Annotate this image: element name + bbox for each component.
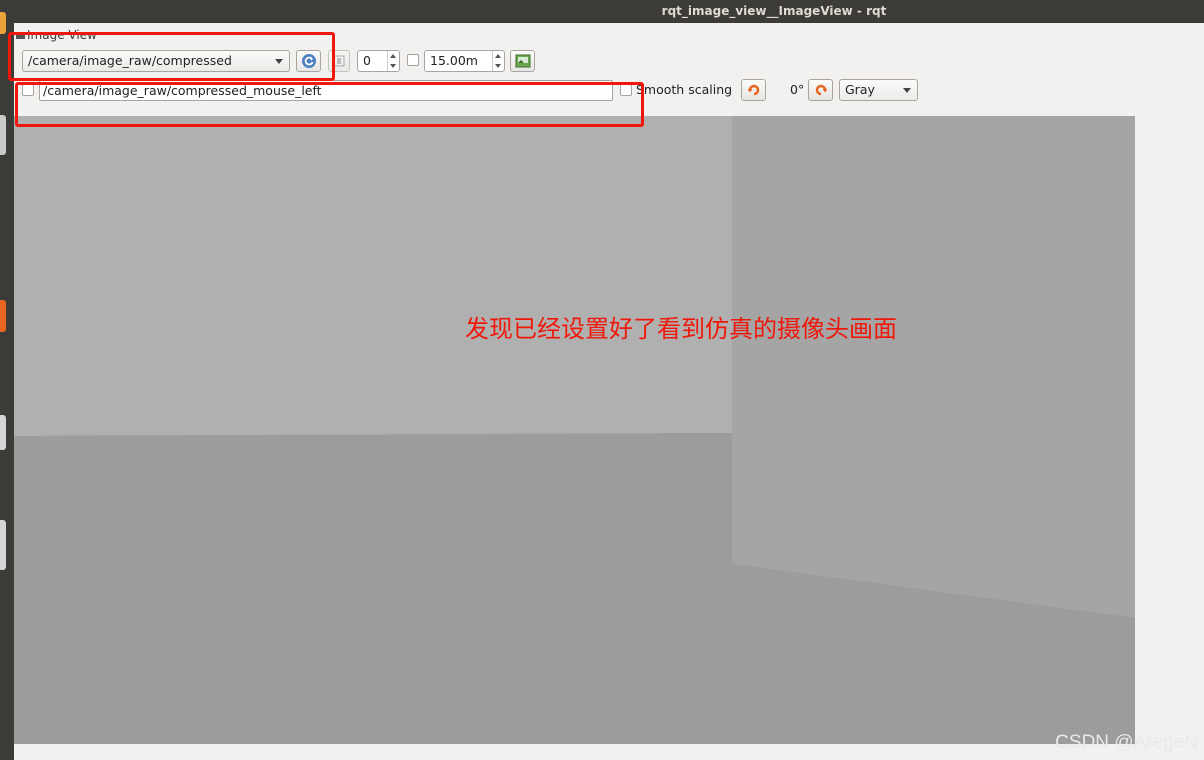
launcher-app-icon[interactable] [0, 415, 6, 450]
arrow-up-icon [495, 54, 501, 58]
launcher-app-icon[interactable] [0, 115, 6, 155]
rotate-left-button[interactable] [741, 79, 766, 101]
camera-image-view[interactable] [14, 116, 1135, 744]
arrow-down-icon [390, 64, 396, 68]
spin-value-input[interactable]: 0 [357, 50, 400, 72]
arrow-down-icon [495, 64, 501, 68]
annotation-box-mouse-topic [15, 82, 644, 127]
rotate-right-button[interactable] [808, 79, 833, 101]
smooth-scaling-label: Smooth scaling [636, 82, 733, 97]
spin-arrows[interactable] [387, 51, 399, 71]
annotation-box-topic [8, 32, 335, 81]
save-image-button[interactable] [510, 50, 535, 72]
window-titlebar: rqt_image_view__ImageView - rqt [14, 0, 1204, 23]
arrow-up-icon [390, 54, 396, 58]
watermark: CSDN @AregeN [1055, 732, 1198, 753]
launcher-app-icon[interactable] [0, 300, 6, 332]
launcher-bar [0, 0, 14, 760]
spin-arrows[interactable] [492, 51, 504, 71]
max-depth-value: 15.00m [430, 53, 478, 68]
camera-scene [14, 116, 1135, 744]
chevron-down-icon [903, 88, 911, 93]
annotation-text: 发现已经设置好了看到仿真的摄像头画面 [465, 315, 897, 343]
rotation-value: 0° [790, 82, 805, 97]
spin-value: 0 [363, 53, 371, 68]
image-view-window: Image View /camera/image_raw/compressed … [8, 23, 1204, 760]
rotate-left-icon [747, 84, 759, 96]
color-mode-combobox[interactable]: Gray [839, 79, 918, 101]
launcher-app-icon[interactable] [0, 12, 6, 34]
window-title: rqt_image_view__ImageView - rqt [661, 4, 887, 18]
color-mode-value: Gray [845, 82, 875, 97]
dynamic-range-checkbox[interactable] [407, 54, 419, 66]
rotate-right-icon [815, 84, 827, 96]
save-image-icon [515, 54, 530, 68]
max-depth-input[interactable]: 15.00m [424, 50, 505, 72]
launcher-app-icon[interactable] [0, 520, 6, 570]
